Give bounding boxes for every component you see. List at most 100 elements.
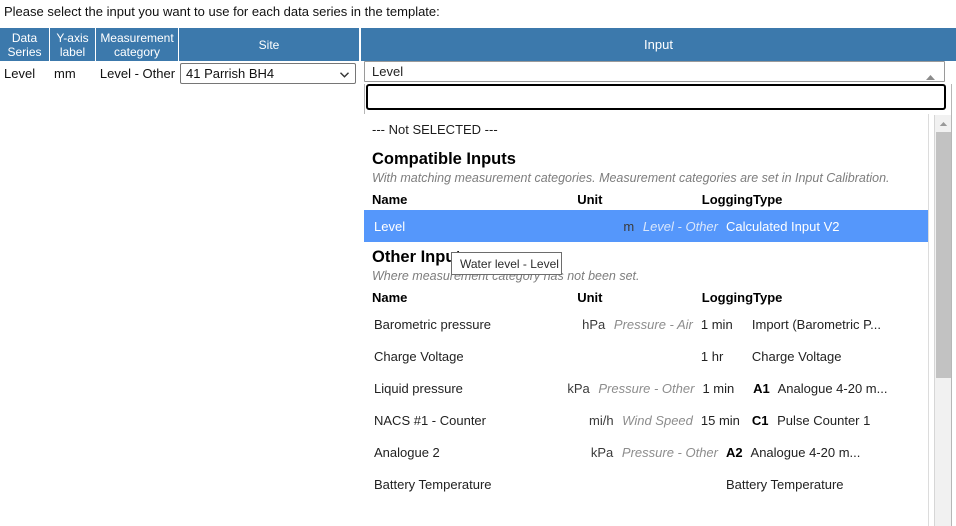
row-type-label: Analogue 4-20 m... [751, 445, 861, 460]
column-header-site: Site [179, 28, 359, 61]
cell-y-axis-label: mm [50, 66, 96, 81]
row-type-label: Pulse Counter 1 [777, 413, 870, 428]
grid-data-row: Level mm Level - Other 41 Parrish BH4 [0, 61, 359, 86]
row-type-label: Analogue 4-20 m... [778, 381, 888, 396]
list-item[interactable]: Battery Temperature Battery Temperature [364, 468, 928, 500]
row-interval: 15 min [701, 413, 752, 428]
row-type: A2 Analogue 4-20 m... [726, 445, 916, 460]
row-unit-category: Level - Other [643, 219, 718, 234]
dropdown-scrollbar[interactable] [934, 115, 951, 526]
row-name: Liquid pressure [364, 381, 567, 396]
row-name: Analogue 2 [364, 445, 584, 460]
col-header-name: Name [364, 192, 567, 207]
tooltip: Water level - Level [451, 252, 562, 275]
col-header-unit: Unit [567, 290, 699, 305]
row-unit-symbol: hPa [582, 317, 605, 332]
row-unit-category: Pressure - Air [614, 317, 693, 332]
row-unit-symbol: kPa [567, 381, 589, 396]
site-select-value: 41 Parrish BH4 [186, 66, 274, 81]
y-axis-header-line1: Y-axis [56, 31, 88, 45]
measurement-header-line2: category [100, 45, 173, 59]
option-not-selected[interactable]: --- Not SELECTED --- [364, 114, 928, 144]
row-unit-category: Pressure - Other [622, 445, 718, 460]
input-search-field[interactable] [366, 84, 946, 110]
group-column-headers-compatible: Name Unit Logging Type [364, 188, 928, 210]
col-header-type: Type [753, 192, 928, 207]
row-type-label: Charge Voltage [752, 349, 842, 364]
row-type: Battery Temperature [726, 477, 916, 492]
column-header-data-series: Data Series [0, 28, 50, 61]
row-type-label: Calculated Input V2 [726, 219, 839, 234]
scrollbar-thumb[interactable] [936, 132, 951, 378]
list-item[interactable]: Liquid pressure kPa Pressure - Other 1 m… [364, 372, 928, 404]
site-header-label: Site [259, 38, 280, 52]
chevron-down-icon [340, 72, 349, 78]
row-unit: m Level - Other [584, 219, 726, 234]
column-header-y-axis-label: Y-axis label [50, 28, 96, 61]
group-column-headers-other: Name Unit Logging Type [364, 286, 928, 308]
row-unit-symbol: kPa [591, 445, 613, 460]
row-unit-category: Wind Speed [622, 413, 693, 428]
group-subtitle-other: Where measurement category has not been … [364, 268, 928, 284]
column-header-measurement-category: Measurement category [96, 28, 179, 61]
row-unit: kPa Pressure - Other [584, 445, 726, 460]
list-item[interactable]: NACS #1 - Counter mi/h Wind Speed 15 min… [364, 404, 928, 436]
row-name: Battery Temperature [364, 477, 584, 492]
input-header-label: Input [644, 37, 673, 52]
group-title-compatible: Compatible Inputs [364, 150, 928, 169]
row-type: Calculated Input V2 [726, 219, 916, 234]
group-subtitle-compatible: With matching measurement categories. Me… [364, 170, 928, 186]
col-header-logging: Logging [699, 290, 753, 305]
list-item[interactable]: Level m Level - Other Calculated Input V… [364, 210, 928, 242]
col-header-name: Name [364, 290, 567, 305]
row-name: NACS #1 - Counter [364, 413, 569, 428]
row-type: Charge Voltage [752, 349, 928, 364]
scroll-up-arrow-icon[interactable] [935, 115, 951, 132]
row-unit-category: Pressure - Other [598, 381, 694, 396]
list-item[interactable]: Charge Voltage 1 hr Charge Voltage [364, 340, 928, 372]
row-unit: hPa Pressure - Air [569, 317, 701, 332]
input-search-wrapper [366, 84, 946, 110]
chevron-up-icon[interactable] [925, 69, 936, 76]
dropdown-scroll-divider [928, 114, 929, 526]
row-interval: 1 min [702, 381, 753, 396]
row-unit: mi/h Wind Speed [569, 413, 701, 428]
row-name: Barometric pressure [364, 317, 569, 332]
dropdown-right-edge [951, 84, 956, 526]
list-item[interactable]: Barometric pressure hPa Pressure - Air 1… [364, 308, 928, 340]
row-type-code: A1 [753, 381, 770, 396]
measurement-header-line1: Measurement [100, 31, 173, 45]
col-header-type: Type [753, 290, 928, 305]
input-options-list[interactable]: --- Not SELECTED --- Compatible Inputs W… [364, 114, 928, 526]
group-title-other: Other Inputs [364, 248, 928, 267]
row-type: A1 Analogue 4-20 m... [753, 381, 928, 396]
row-interval: 1 min [701, 317, 752, 332]
row-type: C1 Pulse Counter 1 [752, 413, 928, 428]
input-combobox-value: Level [372, 64, 403, 79]
row-unit-symbol: mi/h [589, 413, 614, 428]
row-unit: kPa Pressure - Other [567, 381, 702, 396]
cell-site: 41 Parrish BH4 [179, 63, 359, 84]
row-name: Charge Voltage [364, 349, 569, 364]
y-axis-header-line2: label [56, 45, 88, 59]
site-select[interactable]: 41 Parrish BH4 [180, 63, 356, 84]
data-series-header-line2: Series [7, 45, 41, 59]
row-type-label: Import (Barometric P... [752, 317, 881, 332]
row-type-label: Battery Temperature [726, 477, 844, 492]
grid-header-row: Data Series Y-axis label Measurement cat… [0, 28, 359, 61]
row-interval: 1 hr [701, 349, 752, 364]
page-instruction: Please select the input you want to use … [4, 4, 440, 19]
input-combobox-display[interactable]: Level [364, 61, 945, 82]
row-unit-symbol: m [623, 219, 634, 234]
cell-measurement-category: Level - Other [96, 66, 179, 81]
row-name: Level [364, 219, 584, 234]
cell-data-series: Level [0, 66, 50, 81]
list-item[interactable]: Analogue 2 kPa Pressure - Other A2 Analo… [364, 436, 928, 468]
row-type-code: C1 [752, 413, 769, 428]
col-header-unit: Unit [567, 192, 699, 207]
data-series-grid: Data Series Y-axis label Measurement cat… [0, 28, 359, 86]
column-header-input: Input [361, 28, 956, 61]
data-series-header-line1: Data [7, 31, 41, 45]
row-type: Import (Barometric P... [752, 317, 928, 332]
col-header-logging: Logging [699, 192, 753, 207]
